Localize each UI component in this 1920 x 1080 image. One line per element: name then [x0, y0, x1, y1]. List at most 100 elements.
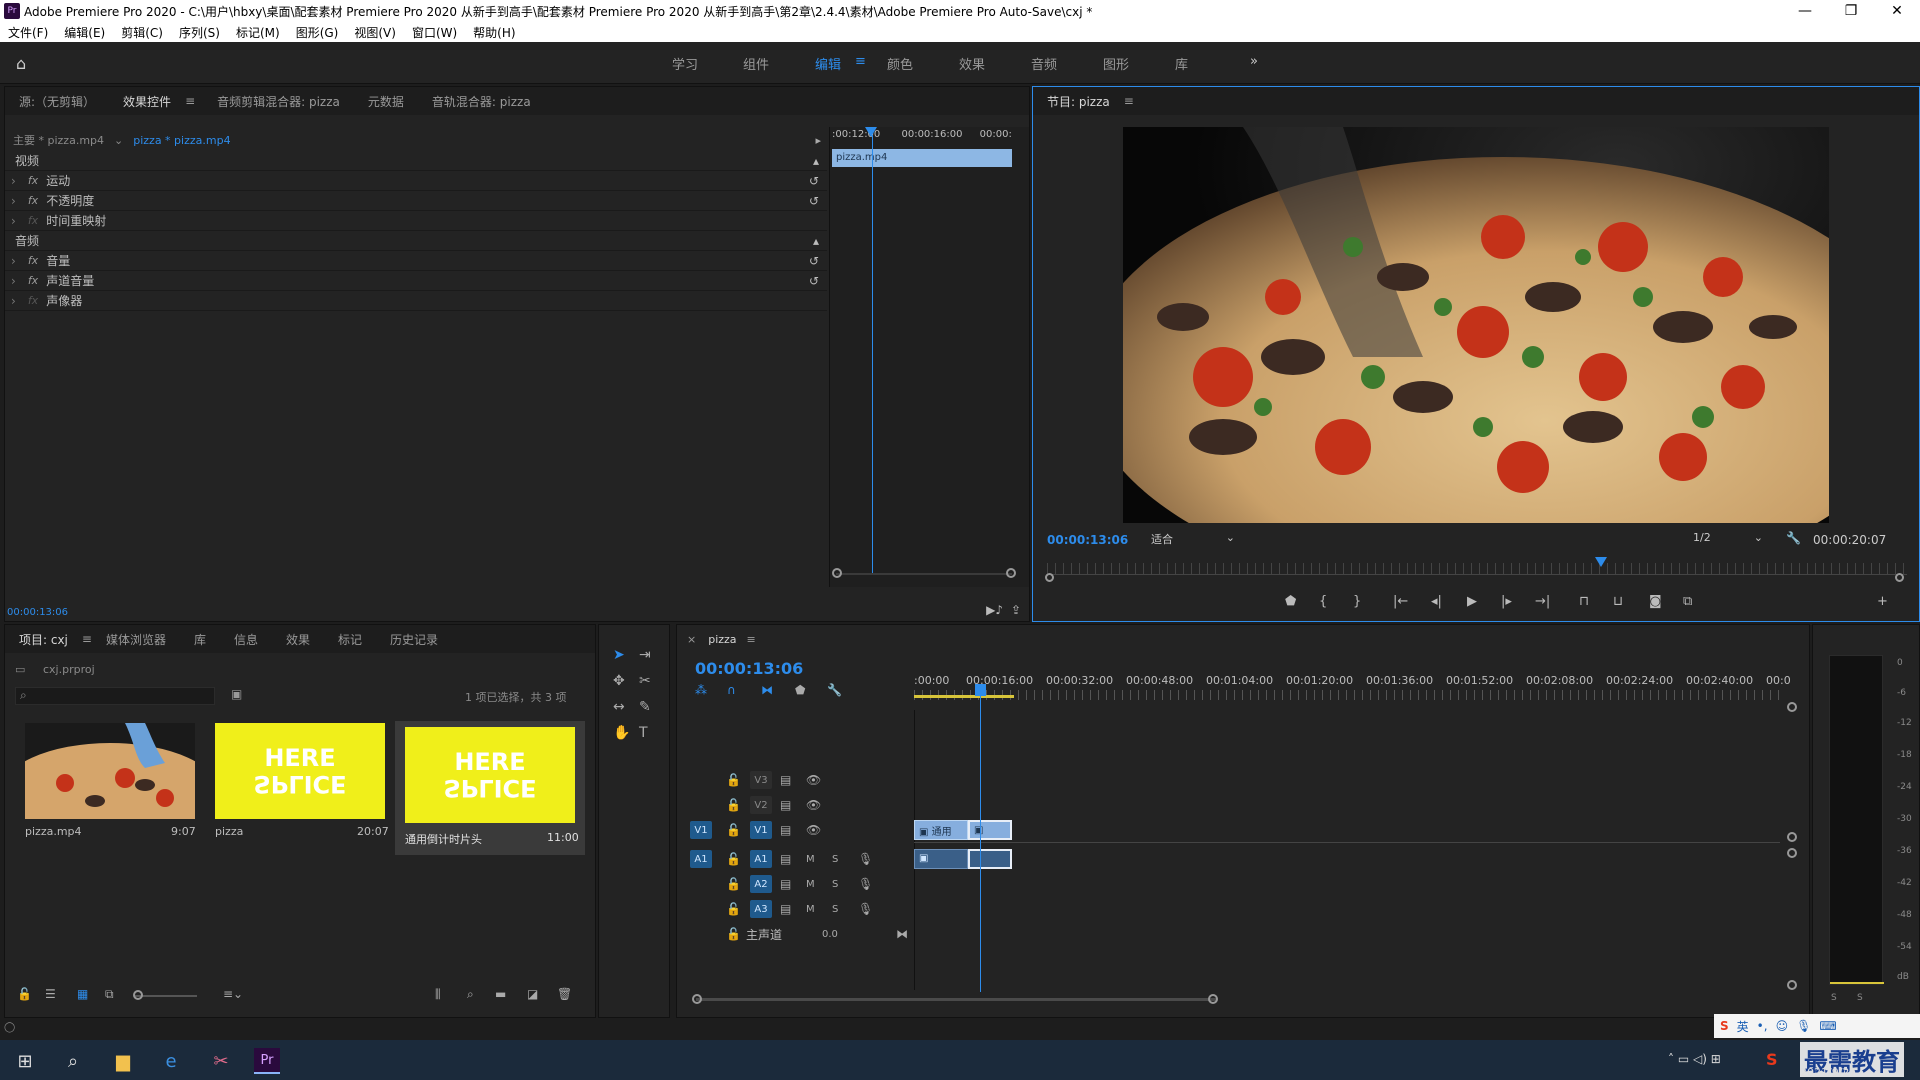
a-scroll-handle-top[interactable] [1787, 848, 1797, 858]
track-target-a3[interactable]: A3 [750, 900, 772, 918]
ime-toolbar[interactable]: S 英 •, ☺ 🎙 ⌨ [1714, 1014, 1920, 1038]
emoji-icon[interactable]: ☺ [1776, 1019, 1789, 1033]
chevron-right-icon[interactable]: › [11, 214, 16, 228]
effect-panner[interactable]: › fx 声像器 [5, 291, 827, 311]
chevron-right-icon[interactable]: › [11, 294, 16, 308]
fx-icon[interactable]: fx [28, 174, 38, 187]
sogou-tray-icon[interactable]: S [1766, 1050, 1778, 1069]
trash-icon[interactable]: 🗑 [557, 987, 572, 1001]
tab-program[interactable]: 节目: pizza [1033, 93, 1124, 110]
tab-libraries[interactable]: 库 [180, 631, 220, 648]
add-marker-icon[interactable]: ⬟ [1285, 594, 1296, 609]
scroll-handle-right[interactable] [1006, 568, 1016, 578]
resolution-dropdown[interactable]: 1/2 ⌄ [1693, 531, 1763, 547]
sync-lock-icon[interactable]: ▤ [780, 852, 791, 866]
menu-markers[interactable]: 标记(M) [228, 24, 288, 41]
pen-tool-icon[interactable]: ✎ [639, 699, 651, 715]
extract-icon[interactable]: ⊔ [1613, 594, 1623, 609]
workspace-menu-icon[interactable]: ≡ [855, 54, 866, 69]
snipping-tool-icon[interactable]: ✂ [208, 1048, 234, 1074]
solo-button[interactable]: S [832, 904, 838, 915]
playhead-icon[interactable] [1595, 557, 1607, 567]
ime-mode[interactable]: 英 [1737, 1018, 1749, 1035]
panel-menu-icon[interactable]: ≡ [747, 633, 756, 646]
fx-icon[interactable]: fx [28, 254, 38, 267]
step-back-icon[interactable]: ◂| [1431, 594, 1442, 609]
tab-project[interactable]: 项目: cxj [5, 631, 82, 648]
tab-effects[interactable]: 效果 [272, 631, 324, 648]
eye-icon[interactable]: 👁 [806, 773, 821, 787]
lock-icon[interactable]: 🔓 [726, 773, 741, 787]
workspace-assembly[interactable]: 组件 [743, 54, 769, 73]
automate-sequence-icon[interactable]: ⫼ [435, 987, 441, 1002]
keyboard-icon[interactable]: ⌨ [1819, 1019, 1836, 1033]
track-target-a2[interactable]: A2 [750, 875, 772, 893]
mute-button[interactable]: M [806, 904, 815, 915]
chevron-down-icon[interactable]: ⌄ [114, 134, 123, 147]
fx-icon[interactable]: fx [28, 194, 38, 207]
new-item-icon[interactable]: ◪ [527, 987, 538, 1001]
track-target-v3[interactable]: V3 [750, 771, 772, 789]
mute-button[interactable]: M [806, 854, 815, 865]
chevron-right-icon[interactable]: › [11, 194, 16, 208]
project-item-countdown-leader[interactable]: HERE SPLICE 通用倒计时片头 11:00 [395, 721, 585, 855]
project-item-pizza-sequence[interactable]: HERE SPLICE pizza 20:07 [205, 721, 389, 841]
sync-lock-icon[interactable]: ▤ [780, 798, 791, 812]
effect-volume[interactable]: › fx 音量 ↺ [5, 251, 827, 271]
collapse-icon[interactable]: ▴ [813, 234, 819, 248]
tab-info[interactable]: 信息 [220, 631, 272, 648]
master-clip-label[interactable]: 主要 * pizza.mp4 [13, 132, 104, 148]
reset-icon[interactable]: ↺ [809, 194, 819, 208]
workspace-libraries[interactable]: 库 [1175, 54, 1188, 73]
sequence-clip-label[interactable]: pizza * pizza.mp4 [133, 134, 230, 147]
track-select-tool-icon[interactable]: ⇥ [639, 647, 651, 663]
clip-countdown-audio[interactable]: ▣ [914, 849, 968, 869]
premiere-taskbar-icon[interactable]: Pr [254, 1048, 280, 1074]
menu-edit[interactable]: 编辑(E) [56, 24, 113, 41]
tab-audio-track-mixer[interactable]: 音轨混合器: pizza [418, 93, 545, 110]
microphone-icon[interactable]: 🎙 [858, 852, 873, 866]
new-search-bin-icon[interactable]: ▣ [231, 687, 242, 701]
lock-icon[interactable]: 🔓 [726, 902, 741, 916]
microphone-icon[interactable]: 🎙 [858, 902, 873, 916]
camera-icon[interactable]: ◙ [1649, 594, 1662, 609]
tab-source[interactable]: 源:（无剪辑） [5, 93, 109, 110]
program-scrub-bar[interactable] [1047, 563, 1907, 575]
fx-icon[interactable]: fx [28, 274, 38, 287]
minimize-button[interactable]: — [1782, 3, 1828, 19]
project-search-input[interactable]: ⌕ [15, 687, 215, 705]
scroll-handle-left[interactable] [832, 568, 842, 578]
reset-icon[interactable]: ↺ [809, 254, 819, 268]
list-view-icon[interactable]: ☰ [45, 987, 56, 1001]
snap-icon[interactable]: ∩ [727, 683, 736, 697]
zoom-slider-handle[interactable] [133, 990, 143, 1000]
source-patch-v1[interactable]: V1 [690, 821, 712, 839]
add-button-icon[interactable]: + [1877, 594, 1888, 609]
zoom-slider[interactable] [135, 995, 197, 997]
master-volume-value[interactable]: 0.0 [822, 929, 838, 940]
tab-effect-controls[interactable]: 效果控件 [109, 93, 185, 110]
solo-button[interactable]: S [832, 879, 838, 890]
settings-wrench-icon[interactable]: 🔧 [1786, 531, 1801, 545]
play-only-clip-icon[interactable]: ▸ [815, 134, 821, 147]
go-to-in-icon[interactable]: |← [1393, 594, 1408, 609]
h-scroll-handle-right[interactable] [1208, 994, 1218, 1004]
sync-lock-icon[interactable]: ▤ [780, 877, 791, 891]
freeform-view-icon[interactable]: ⧉ [105, 987, 114, 1002]
lock-icon[interactable]: 🔓 [726, 823, 741, 837]
lock-icon[interactable]: 🔓 [17, 987, 32, 1001]
tab-sequence-pizza[interactable]: pizza [708, 633, 736, 646]
menu-graphics[interactable]: 图形(G) [288, 24, 347, 41]
microphone-icon[interactable]: 🎙 [858, 877, 873, 891]
restore-button[interactable]: ❐ [1828, 3, 1874, 19]
h-scroll-handle-left[interactable] [692, 994, 702, 1004]
timeline-timecode[interactable]: 00:00:13:06 [695, 659, 803, 678]
workspace-editing[interactable]: 编辑 [815, 54, 841, 73]
workspace-audio[interactable]: 音频 [1031, 54, 1057, 73]
clip-pizza-audio[interactable] [968, 849, 1012, 869]
workspace-graphics[interactable]: 图形 [1103, 54, 1129, 73]
chevron-right-icon[interactable]: › [11, 274, 16, 288]
fit-dropdown[interactable]: 适合 ⌄ [1151, 531, 1235, 547]
play-audio-icon[interactable]: ▶♪ [986, 603, 1003, 617]
play-icon[interactable]: ▶ [1467, 594, 1477, 609]
